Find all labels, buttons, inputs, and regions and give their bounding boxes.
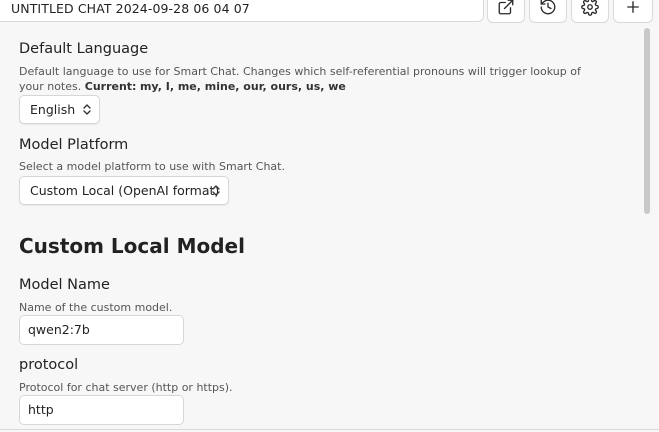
language-setting-title: Default Language (19, 41, 149, 57)
chat-toolbar: UNTITLED CHAT 2024-09-28 06 04 07 (0, 0, 659, 24)
open-external-icon (497, 0, 515, 20)
language-setting-description: Default language to use for Smart Chat. … (19, 64, 609, 94)
platform-select-value: Custom Local (OpenAI format) (30, 183, 220, 198)
chat-title-input[interactable]: UNTITLED CHAT 2024-09-28 06 04 07 (0, 0, 484, 22)
gear-icon (581, 0, 599, 20)
open-in-window-button[interactable] (487, 0, 525, 23)
chat-history-button[interactable] (529, 0, 567, 23)
platform-setting-description: Select a model platform to use with Smar… (19, 160, 285, 173)
model-name-description: Name of the custom model. (19, 301, 173, 314)
protocol-description: Protocol for chat server (http or https)… (19, 381, 233, 394)
scrollbar[interactable] (644, 28, 650, 214)
custom-local-model-heading: Custom Local Model (19, 234, 245, 258)
protocol-title: protocol (19, 357, 79, 373)
platform-setting-title: Model Platform (19, 137, 129, 153)
protocol-input[interactable]: http (19, 395, 184, 425)
select-chevron-icon (83, 104, 91, 115)
language-select-value: English (30, 102, 76, 117)
history-icon (539, 0, 557, 20)
divider (0, 429, 659, 430)
new-chat-button[interactable] (613, 0, 653, 23)
language-select[interactable]: English (19, 95, 100, 124)
settings-button[interactable] (571, 0, 609, 23)
select-chevron-icon (212, 185, 220, 196)
plus-icon (624, 0, 642, 20)
current-pronouns: my, I, me, mine, our, ours, us, we (139, 80, 346, 93)
model-name-title: Model Name (19, 277, 110, 293)
platform-select[interactable]: Custom Local (OpenAI format) (19, 176, 229, 205)
current-label: Current: (84, 80, 137, 93)
model-name-input[interactable]: qwen2:7b (19, 315, 184, 345)
